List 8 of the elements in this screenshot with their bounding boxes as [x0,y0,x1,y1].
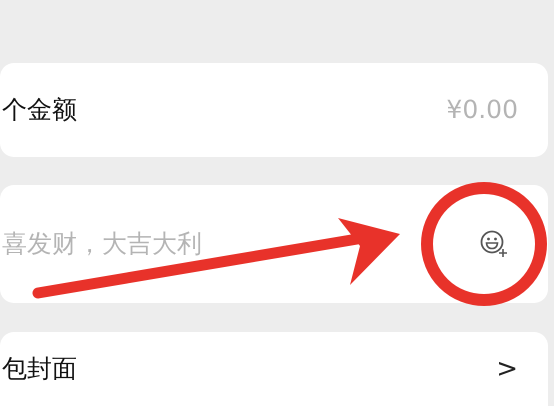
chevron-icon: > [496,350,518,388]
amount-label: 个金额 [2,94,77,126]
greeting-field[interactable]: 喜发财，大吉大利 [2,225,480,263]
emoji-add-icon[interactable] [480,230,508,258]
amount-row[interactable]: 个金额 ¥0.00 [0,63,548,157]
amount-value: ¥0.00 [446,94,518,126]
cover-row[interactable]: 包封面 > [0,332,548,406]
cover-label: 包封面 [2,353,77,386]
